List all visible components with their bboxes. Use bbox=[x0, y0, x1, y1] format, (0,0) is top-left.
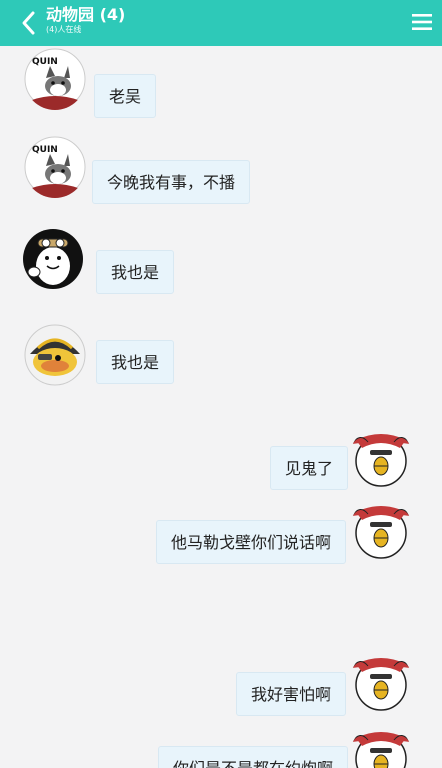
avatar-text: QUIN bbox=[32, 57, 58, 67]
message-bubble[interactable]: 老吴 bbox=[94, 74, 157, 118]
hamburger-menu-icon bbox=[412, 14, 432, 30]
message-bubble[interactable]: 我好害怕啊 bbox=[235, 672, 346, 716]
husky-avatar-icon: QUIN bbox=[24, 136, 86, 198]
husky-avatar-icon: QUIN bbox=[24, 48, 86, 110]
back-button[interactable] bbox=[18, 10, 42, 36]
crested-bird-avatar-icon bbox=[351, 434, 411, 487]
message-bubble[interactable]: 我也是 bbox=[96, 340, 175, 384]
chat-title: 动物园 (4) bbox=[46, 5, 126, 24]
message-bubble[interactable]: 今晚我有事，不播 bbox=[92, 160, 251, 204]
husky-avatar[interactable]: QUIN bbox=[24, 48, 86, 110]
husky-avatar[interactable]: QUIN bbox=[24, 136, 86, 198]
chat-subtitle: (4)人在线 bbox=[46, 25, 82, 34]
crested-bird-avatar[interactable] bbox=[350, 650, 412, 712]
message-bubble[interactable]: 我也是 bbox=[96, 250, 175, 294]
yellow-helmet-avatar-icon bbox=[24, 324, 86, 386]
crested-bird-avatar-icon bbox=[351, 732, 411, 768]
message-list[interactable]: QUIN 老吴 QUIN 今晚我有事，不播 我也是 我也是 见鬼了 他马勒戈壁你… bbox=[0, 46, 442, 768]
menu-button[interactable] bbox=[412, 12, 432, 32]
goggles-creature-avatar[interactable] bbox=[22, 228, 84, 290]
goggles-creature-avatar-icon bbox=[23, 229, 83, 289]
crested-bird-avatar-icon bbox=[351, 506, 411, 559]
message-bubble[interactable]: 他马勒戈壁你们说话啊 bbox=[155, 520, 346, 564]
chevron-left-icon bbox=[22, 11, 35, 35]
avatar-text: QUIN bbox=[32, 145, 58, 155]
chat-header: 动物园 (4) (4)人在线 bbox=[0, 0, 442, 46]
crested-bird-avatar[interactable] bbox=[350, 498, 412, 560]
crested-bird-avatar-icon bbox=[351, 658, 411, 711]
crested-bird-avatar[interactable] bbox=[350, 724, 412, 768]
crested-bird-avatar[interactable] bbox=[350, 426, 412, 488]
yellow-helmet-avatar[interactable] bbox=[24, 324, 86, 386]
message-bubble[interactable]: 见鬼了 bbox=[269, 446, 348, 490]
message-bubble[interactable]: 你们是不是都在约炮啊 bbox=[157, 746, 348, 768]
